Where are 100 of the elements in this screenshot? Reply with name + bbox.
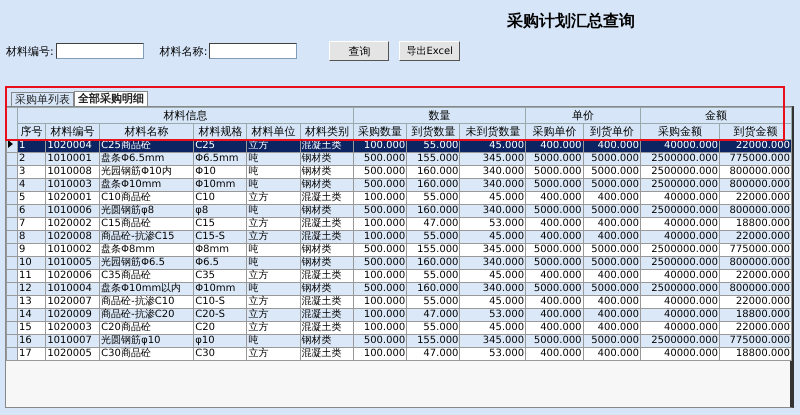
table-cell: 160.000 — [406, 256, 460, 270]
table-cell: 155.000 — [406, 244, 460, 256]
table-cell: 45.000 — [460, 322, 526, 334]
table-cell: 400.000 — [583, 192, 640, 204]
table-row[interactable]: 16 1010007 光圆钢筋φ10 φ10 吨 钢材类 500.000 155.000 345.000 5000.000 5000.000 2500000.000 775000.000 — [6, 334, 792, 348]
table-cell: 500.000 — [353, 244, 407, 256]
table-cell: 立方 — [246, 270, 300, 282]
table-row[interactable]: 9 1010002 盘条Φ8mm Φ8mm 吨 钢材类 500.000 155.000 345.000 5000.000 5000.000 2500000.000 775000.000 — [6, 244, 792, 256]
table-row[interactable]: 2 1010001 盘条Φ6.5mm Φ6.5mm 吨 钢材类 500.000 155.000 345.000 5000.000 5000.000 2500000.000 775000.000 — [6, 152, 792, 166]
table-cell: 钢材类 — [300, 256, 354, 270]
column-header: 序号 — [18, 124, 46, 140]
table-cell: 5000.000 — [526, 244, 584, 256]
table-row[interactable]: 11 1020006 C35商品砼 C35 立方 混凝土类 100.000 55.000 45.000 400.000 400.000 40000.000 22000.000 — [6, 270, 792, 282]
table-cell: C15商品砼 — [100, 218, 194, 230]
table-row[interactable]: 17 1020005 C30商品砼 C30 立方 混凝土类 100.000 47.000 53.000 400.000 400.000 40000.000 18800.000 — [6, 348, 792, 360]
table-cell: C20 — [194, 322, 247, 334]
table-cell: 500.000 — [353, 256, 407, 270]
table-cell: 吨 — [246, 166, 300, 178]
table-cell: 55.000 — [406, 230, 460, 244]
table-cell: 2500000.000 — [640, 178, 720, 192]
tab[interactable]: 采购单列表 — [11, 92, 74, 106]
table-cell: 5000.000 — [583, 152, 640, 166]
column-header: 到货金额 — [720, 124, 792, 140]
table-cell: Φ6.5 — [194, 256, 247, 270]
table-cell: 400.000 — [526, 270, 584, 282]
table-cell: 500.000 — [353, 178, 407, 192]
table-cell: 100.000 — [353, 348, 407, 360]
table-cell: 2500000.000 — [640, 166, 720, 178]
table-cell: 22000.000 — [720, 296, 792, 308]
column-header: 材料单位 — [246, 124, 300, 140]
table-cell: 100.000 — [353, 192, 407, 204]
table-cell: 40000.000 — [640, 192, 720, 204]
table-row[interactable]: 12 1010004 盘条Φ10mm以内 Φ10mm 吨 钢材类 500.000 160.000 340.000 5000.000 5000.000 2500000.000 800000.000 — [6, 282, 792, 296]
table-cell: 100.000 — [353, 296, 407, 308]
table-cell: 340.000 — [460, 166, 526, 178]
table-row[interactable]: 6 1010006 光圆钢筋φ8 φ8 吨 钢材类 500.000 160.000 340.000 5000.000 5000.000 2500000.000 800000.000 — [6, 204, 792, 218]
table-cell: 53.000 — [460, 218, 526, 230]
table-cell: 5000.000 — [583, 178, 640, 192]
table-cell: 1020008 — [46, 230, 100, 244]
table-cell: 40000.000 — [640, 348, 720, 360]
table-cell: 155.000 — [406, 334, 460, 348]
table-cell: 光园钢筋Φ6.5 — [100, 256, 194, 270]
table-cell: 340.000 — [460, 178, 526, 192]
table-row[interactable]: 15 1020003 C20商品砼 C20 立方 混凝土类 100.000 55.000 45.000 400.000 400.000 40000.000 22000.000 — [6, 322, 792, 334]
table-cell: 400.000 — [526, 308, 584, 322]
toolbar-button[interactable]: 查询 — [329, 41, 390, 61]
table-cell: 光圆钢筋φ8 — [100, 204, 194, 218]
table-cell: 800000.000 — [720, 256, 792, 270]
table-cell: 混凝土类 — [300, 192, 354, 204]
table-cell: C30 — [194, 348, 247, 360]
table-cell: 500.000 — [353, 204, 407, 218]
table-cell: 盘条Φ10mm — [100, 178, 194, 192]
toolbar-button[interactable]: 导出Excel — [399, 41, 460, 61]
table-cell: 钢材类 — [300, 152, 354, 166]
table-row[interactable]: 10 1010005 光园钢筋Φ6.5 Φ6.5 吨 钢材类 500.000 160.000 340.000 5000.000 5000.000 2500000.000 800000.000 — [6, 256, 792, 270]
table-cell: C15 — [194, 218, 247, 230]
table-cell: 吨 — [246, 334, 300, 348]
table-cell: C20-S — [194, 308, 247, 322]
input-field[interactable] — [56, 43, 144, 59]
table-row[interactable]: 13 1020007 商品砼-抗渗C10 C10-S 立方 混凝土类 100.000 55.000 45.000 400.000 400.000 40000.000 22000.000 — [6, 296, 792, 308]
table-row[interactable]: 14 1020009 商品砼-抗渗C20 C20-S 立方 混凝土类 100.000 47.000 53.000 400.000 400.000 40000.000 18800.000 — [6, 308, 792, 322]
table-cell: 盘条Φ8mm — [100, 244, 194, 256]
table-cell: 立方 — [246, 308, 300, 322]
table-cell: 5000.000 — [526, 334, 584, 348]
table-cell: 400.000 — [583, 230, 640, 244]
column-header: 采购金额 — [640, 124, 720, 140]
input-field[interactable] — [209, 43, 298, 59]
column-header: 采购数量 — [353, 124, 407, 140]
table-cell: 1010001 — [46, 152, 100, 166]
field-label: 材料名称: — [160, 44, 208, 58]
table-cell: 345.000 — [460, 152, 526, 166]
table-cell: 1010008 — [46, 166, 100, 178]
table-row[interactable]: 3 1010008 光园钢筋Φ10内 Φ10 吨 钢材类 500.000 160.000 340.000 5000.000 5000.000 2500000.000 800000.000 — [6, 166, 792, 178]
table-cell: 钢材类 — [300, 178, 354, 192]
table-cell: 1020005 — [46, 348, 100, 360]
field-label: 材料编号: — [6, 44, 54, 58]
table-cell: 商品砼-抗渗C20 — [100, 308, 194, 322]
table-cell: 立方 — [246, 192, 300, 204]
table-row[interactable]: 4 1010003 盘条Φ10mm Φ10mm 吨 钢材类 500.000 160.000 340.000 5000.000 5000.000 2500000.000 800000.000 — [6, 178, 792, 192]
table-cell: φ8 — [194, 204, 247, 218]
table-cell: 400.000 — [583, 348, 640, 360]
table-cell: 5000.000 — [526, 204, 584, 218]
table-row[interactable]: 8 1020008 商品砼-抗渗C15 C15-S 立方 混凝土类 100.000 55.000 45.000 400.000 400.000 40000.000 22000.000 — [6, 230, 792, 244]
tab[interactable]: 全部采购明细 — [74, 91, 148, 106]
table-cell: 立方 — [246, 230, 300, 244]
table-cell: 1020006 — [46, 270, 100, 282]
table-cell: 47.000 — [406, 218, 460, 230]
table-cell: 2500000.000 — [640, 282, 720, 296]
table-row[interactable]: 7 1020002 C15商品砼 C15 立方 混凝土类 100.000 47.000 53.000 400.000 400.000 40000.000 18800.000 — [6, 218, 792, 230]
table-cell: 100.000 — [353, 270, 407, 282]
table-cell: C35 — [194, 270, 247, 282]
table-cell: 400.000 — [526, 192, 584, 204]
table-cell: 22000.000 — [720, 322, 792, 334]
table-cell: 400.000 — [583, 308, 640, 322]
table-cell: 盘条Φ6.5mm — [100, 152, 194, 166]
table-cell: 55.000 — [406, 296, 460, 308]
table-cell: 47.000 — [406, 308, 460, 322]
table-cell: 吨 — [246, 256, 300, 270]
table-row[interactable]: 5 1020001 C10商品砼 C10 立方 混凝土类 100.000 55.000 45.000 400.000 400.000 40000.000 22000.000 — [6, 192, 792, 204]
table-cell: 47.000 — [406, 348, 460, 360]
